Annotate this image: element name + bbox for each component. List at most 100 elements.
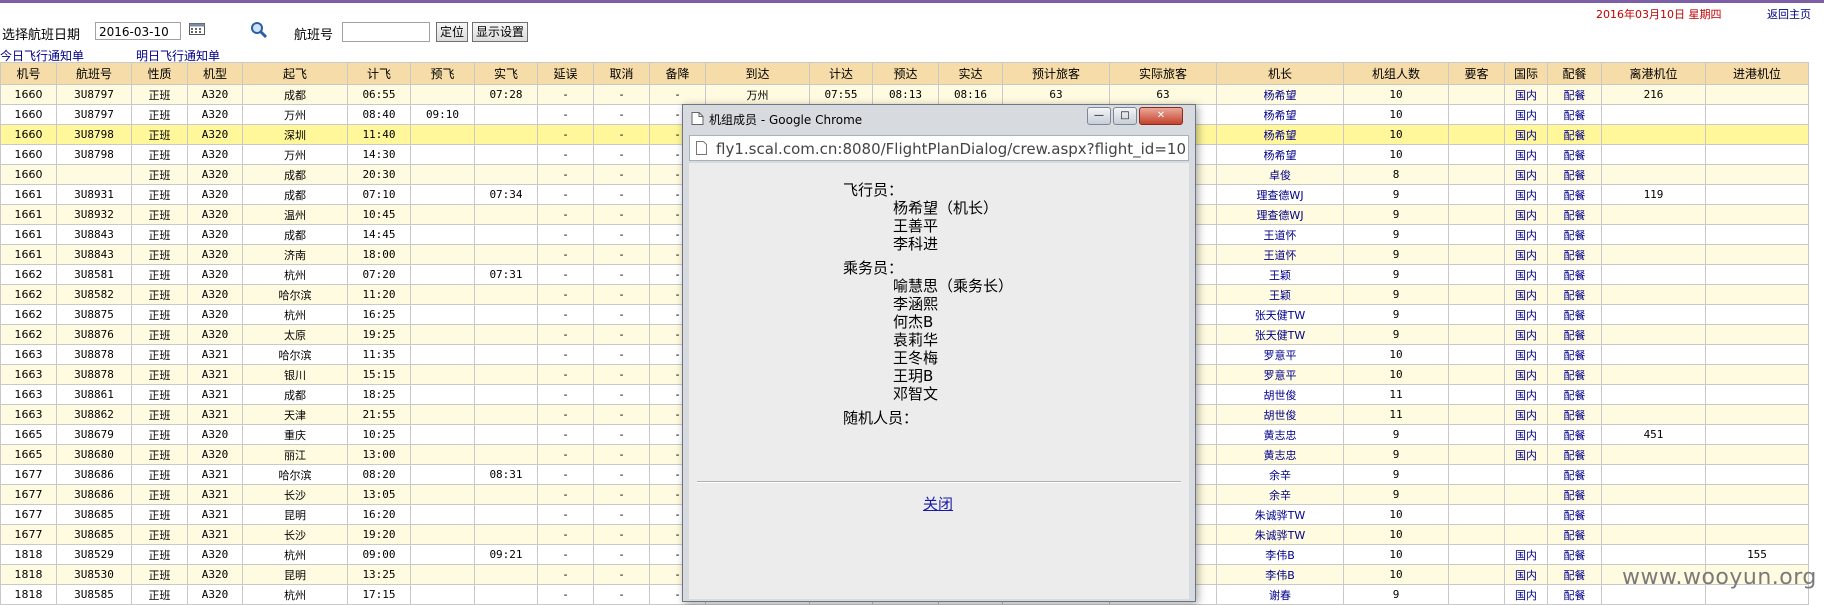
captain-link[interactable]: 朱诚骅TW xyxy=(1216,524,1344,545)
captain-link[interactable]: 理查德WJ xyxy=(1216,184,1344,205)
column-header[interactable]: 机长 xyxy=(1216,62,1344,85)
date-input[interactable]: 2016-03-10 xyxy=(95,22,181,40)
minimize-button[interactable]: — xyxy=(1087,107,1111,125)
captain-link[interactable]: 王道怀 xyxy=(1216,224,1344,245)
url-text[interactable]: fly1.scal.com.cn:8080/FlightPlanDialog/c… xyxy=(716,140,1186,158)
table-row[interactable]: 1660 3U8797 正班 A320 成都 06:55 07:28- - - 万州 07:55 08… xyxy=(0,84,1809,105)
meal-link[interactable]: 配餐 xyxy=(1547,464,1602,485)
table-cell xyxy=(474,124,538,145)
meal-link[interactable]: 配餐 xyxy=(1547,204,1602,225)
display-settings-button[interactable]: 显示设置 xyxy=(472,22,529,42)
meal-link[interactable]: 配餐 xyxy=(1547,104,1602,125)
table-cell: - xyxy=(537,284,594,305)
captain-link[interactable]: 李伟B xyxy=(1216,544,1344,565)
meal-link[interactable]: 配餐 xyxy=(1547,524,1602,545)
meal-link[interactable]: 配餐 xyxy=(1547,224,1602,245)
meal-link[interactable]: 配餐 xyxy=(1547,564,1602,585)
captain-link[interactable]: 张天健TW xyxy=(1216,324,1344,345)
maximize-button[interactable]: □ xyxy=(1113,107,1137,125)
column-header[interactable]: 性质 xyxy=(131,62,188,85)
captain-link[interactable]: 黄志忠 xyxy=(1216,444,1344,465)
column-header[interactable]: 航班号 xyxy=(56,62,132,85)
captain-link[interactable]: 杨希望 xyxy=(1216,84,1344,105)
captain-link[interactable]: 杨希望 xyxy=(1216,144,1344,165)
column-header[interactable]: 预飞 xyxy=(410,62,475,85)
table-cell: 08:31 xyxy=(474,464,538,485)
calendar-icon[interactable] xyxy=(189,23,205,35)
captain-link[interactable]: 余辛 xyxy=(1216,484,1344,505)
meal-link[interactable]: 配餐 xyxy=(1547,484,1602,505)
column-header[interactable]: 延误 xyxy=(537,62,594,85)
captain-link[interactable]: 王颖 xyxy=(1216,284,1344,305)
table-cell: 昆明 xyxy=(242,564,348,585)
meal-link[interactable]: 配餐 xyxy=(1547,264,1602,285)
column-header[interactable]: 实达 xyxy=(938,62,1003,85)
captain-link[interactable]: 杨希望 xyxy=(1216,104,1344,125)
column-header[interactable]: 机型 xyxy=(187,62,243,85)
flight-number-input[interactable] xyxy=(342,22,430,42)
table-cell: 9 xyxy=(1343,444,1449,465)
meal-link[interactable]: 配餐 xyxy=(1547,544,1602,565)
column-header[interactable]: 离港机位 xyxy=(1601,62,1706,85)
column-header[interactable]: 起飞 xyxy=(242,62,348,85)
table-cell: 10 xyxy=(1343,524,1449,545)
captain-link[interactable]: 余辛 xyxy=(1216,464,1344,485)
column-header[interactable]: 计飞 xyxy=(347,62,411,85)
meal-link[interactable]: 配餐 xyxy=(1547,184,1602,205)
column-header[interactable]: 机组人数 xyxy=(1343,62,1449,85)
captain-link[interactable]: 胡世俊 xyxy=(1216,384,1344,405)
column-header[interactable]: 计达 xyxy=(809,62,873,85)
captain-link[interactable]: 胡世俊 xyxy=(1216,404,1344,425)
column-header[interactable]: 实际旅客 xyxy=(1109,62,1217,85)
meal-link[interactable]: 配餐 xyxy=(1547,124,1602,145)
table-cell: 银川 xyxy=(242,364,348,385)
meal-link[interactable]: 配餐 xyxy=(1547,304,1602,325)
column-header[interactable]: 配餐 xyxy=(1547,62,1602,85)
captain-link[interactable]: 李伟B xyxy=(1216,564,1344,585)
meal-link[interactable]: 配餐 xyxy=(1547,444,1602,465)
column-header[interactable]: 备降 xyxy=(649,62,706,85)
column-header[interactable]: 预计旅客 xyxy=(1002,62,1110,85)
meal-link[interactable]: 配餐 xyxy=(1547,364,1602,385)
captain-link[interactable]: 朱诚骅TW xyxy=(1216,504,1344,525)
column-header[interactable]: 国际 xyxy=(1504,62,1548,85)
locate-button[interactable]: 定位 xyxy=(436,22,469,42)
close-window-button[interactable]: ✕ xyxy=(1139,107,1183,125)
column-header[interactable]: 预达 xyxy=(872,62,939,85)
meal-link[interactable]: 配餐 xyxy=(1547,344,1602,365)
minimize-icon: — xyxy=(1094,110,1104,121)
search-icon[interactable] xyxy=(250,21,268,39)
captain-link[interactable]: 理查德WJ xyxy=(1216,204,1344,225)
meal-link[interactable]: 配餐 xyxy=(1547,324,1602,345)
captain-link[interactable]: 罗意平 xyxy=(1216,344,1344,365)
column-header[interactable]: 实飞 xyxy=(474,62,538,85)
meal-link[interactable]: 配餐 xyxy=(1547,164,1602,185)
meal-link[interactable]: 配餐 xyxy=(1547,384,1602,405)
table-cell: 1661 xyxy=(0,204,57,225)
captain-link[interactable]: 张天健TW xyxy=(1216,304,1344,325)
table-cell xyxy=(1601,264,1706,285)
close-link[interactable]: 关闭 xyxy=(923,493,953,514)
address-bar[interactable]: fly1.scal.com.cn:8080/FlightPlanDialog/c… xyxy=(689,135,1189,161)
table-cell: 正班 xyxy=(131,164,188,185)
meal-link[interactable]: 配餐 xyxy=(1547,504,1602,525)
captain-link[interactable]: 杨希望 xyxy=(1216,124,1344,145)
captain-link[interactable]: 卓俊 xyxy=(1216,164,1344,185)
captain-link[interactable]: 罗意平 xyxy=(1216,364,1344,385)
meal-link[interactable]: 配餐 xyxy=(1547,144,1602,165)
column-header[interactable]: 机号 xyxy=(0,62,57,85)
captain-link[interactable]: 王颖 xyxy=(1216,264,1344,285)
captain-link[interactable]: 王道怀 xyxy=(1216,244,1344,265)
captain-link[interactable]: 黄志忠 xyxy=(1216,424,1344,445)
home-link[interactable]: 返回主页 xyxy=(1767,6,1811,22)
column-header[interactable]: 取消 xyxy=(593,62,650,85)
column-header[interactable]: 要客 xyxy=(1448,62,1505,85)
meal-link[interactable]: 配餐 xyxy=(1547,284,1602,305)
meal-link[interactable]: 配餐 xyxy=(1547,404,1602,425)
column-header[interactable]: 进港机位 xyxy=(1705,62,1809,85)
meal-link[interactable]: 配餐 xyxy=(1547,424,1602,445)
meal-link[interactable]: 配餐 xyxy=(1547,244,1602,265)
table-cell: 10 xyxy=(1343,564,1449,585)
column-header[interactable]: 到达 xyxy=(705,62,810,85)
meal-link[interactable]: 配餐 xyxy=(1547,84,1602,105)
